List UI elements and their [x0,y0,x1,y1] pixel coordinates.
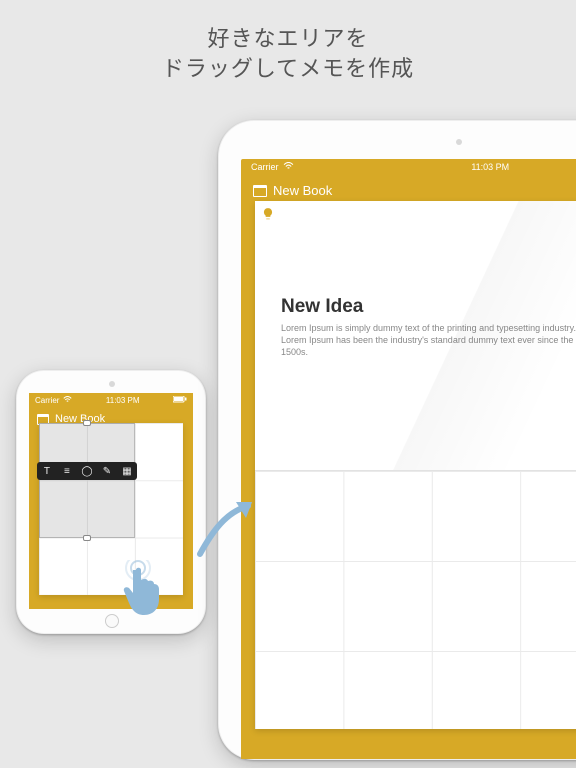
home-button[interactable] [105,614,119,628]
camera-dot [456,139,462,145]
resize-handle-top[interactable] [83,420,91,426]
selection-toolbar: T ≡ ◯ ✎ ▦ [37,462,137,480]
carrier-label: Carrier [35,396,59,405]
clock-label: 11:03 PM [106,396,140,405]
promo-headline: 好きなエリアを ドラッグしてメモを作成 [0,24,576,83]
bulb-icon [261,207,275,224]
book-icon [253,185,267,197]
book-title: New Book [273,183,332,198]
tool-table-button[interactable]: ▦ [121,465,133,477]
note-body-text: Lorem Ipsum is simply dummy text of the … [281,322,576,358]
tool-text-button[interactable]: T [41,465,53,477]
memo-note[interactable]: New Idea Lorem Ipsum is simply dummy tex… [255,201,576,471]
drag-selection[interactable]: T ≡ ◯ ✎ ▦ [39,423,135,538]
status-bar: Carrier 11:03 PM [29,393,193,407]
tool-draw-button[interactable]: ✎ [101,465,113,477]
ipad-large-screen: Carrier 11:03 PM New Book New Idea Lorem… [241,159,576,759]
headline-line2: ドラッグしてメモを作成 [162,56,414,81]
clock-label: 11:03 PM [471,162,509,172]
note-title: New Idea [281,296,576,318]
wifi-icon [283,162,294,172]
ipad-small-screen: Carrier 11:03 PM New Book T [29,393,193,609]
battery-icon [173,396,187,405]
camera-dot [109,381,115,387]
resize-handle-bottom[interactable] [83,535,91,541]
tool-shape-button[interactable]: ◯ [81,465,93,477]
memo-canvas[interactable]: T ≡ ◯ ✎ ▦ [39,423,183,595]
memo-canvas[interactable]: New Idea Lorem Ipsum is simply dummy tex… [255,201,576,729]
ipad-large-device: Carrier 11:03 PM New Book New Idea Lorem… [218,120,576,760]
ipad-small-device: Carrier 11:03 PM New Book T [16,370,206,634]
wifi-icon [63,396,72,405]
carrier-label: Carrier [251,162,279,172]
tool-list-button[interactable]: ≡ [61,465,73,477]
headline-line1: 好きなエリアを [207,26,368,51]
status-bar: Carrier 11:03 PM [241,159,576,175]
